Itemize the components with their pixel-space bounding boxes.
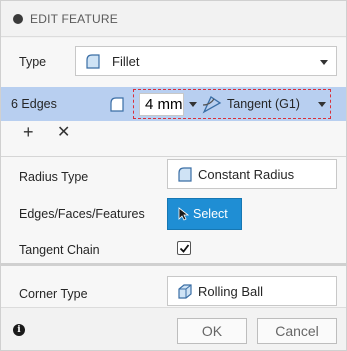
dialog-footer: i OK Cancel bbox=[1, 307, 346, 350]
edit-feature-dialog: EDIT FEATURE Type Fillet 6 Edges 4 mm Ta… bbox=[0, 0, 347, 351]
continuity-dropdown-caret[interactable] bbox=[318, 102, 326, 107]
remove-icon[interactable]: ✕ bbox=[57, 122, 70, 142]
tangent-chain-checkbox[interactable] bbox=[177, 241, 191, 255]
chevron-down-icon bbox=[320, 60, 328, 65]
radius-type-value: Constant Radius bbox=[198, 167, 295, 182]
radius-input[interactable]: 4 mm bbox=[139, 93, 184, 116]
edges-count-label: 6 Edges bbox=[11, 97, 57, 111]
select-button-label: Select bbox=[193, 207, 228, 221]
collapse-icon[interactable] bbox=[13, 14, 23, 24]
separator bbox=[1, 156, 346, 157]
corner-type-label: Corner Type bbox=[19, 287, 88, 301]
fillet-icon bbox=[86, 54, 100, 69]
fillet-icon bbox=[110, 97, 124, 112]
add-icon[interactable]: + bbox=[23, 122, 34, 143]
dialog-body: Type Fillet 6 Edges 4 mm Tangent (G1) + bbox=[1, 38, 346, 307]
edges-faces-label: Edges/Faces/Features bbox=[19, 207, 145, 221]
select-button[interactable]: Select bbox=[167, 198, 242, 230]
dialog-title: EDIT FEATURE bbox=[30, 12, 118, 26]
info-icon[interactable]: i bbox=[13, 324, 25, 336]
continuity-value[interactable]: Tangent (G1) bbox=[227, 97, 300, 111]
section-divider bbox=[1, 263, 346, 266]
radius-type-dropdown[interactable]: Constant Radius bbox=[167, 159, 337, 189]
corner-type-value: Rolling Ball bbox=[198, 284, 264, 299]
dialog-header: EDIT FEATURE bbox=[1, 1, 346, 37]
ok-button[interactable]: OK bbox=[177, 318, 247, 344]
radius-dropdown-caret[interactable] bbox=[189, 102, 197, 107]
type-label: Type bbox=[19, 55, 47, 69]
corner-type-dropdown[interactable]: Rolling Ball bbox=[167, 276, 337, 306]
radius-value: 4 mm bbox=[145, 96, 183, 113]
fillet-icon bbox=[178, 167, 192, 182]
cursor-icon bbox=[178, 207, 190, 221]
tangent-icon bbox=[202, 96, 222, 114]
checkmark-icon bbox=[179, 244, 190, 253]
rolling-ball-icon bbox=[178, 284, 192, 299]
type-value: Fillet bbox=[112, 54, 140, 69]
tangent-chain-label: Tangent Chain bbox=[19, 243, 100, 257]
radius-type-label: Radius Type bbox=[19, 170, 89, 184]
cancel-button[interactable]: Cancel bbox=[257, 318, 337, 344]
type-dropdown[interactable]: Fillet bbox=[75, 46, 337, 76]
